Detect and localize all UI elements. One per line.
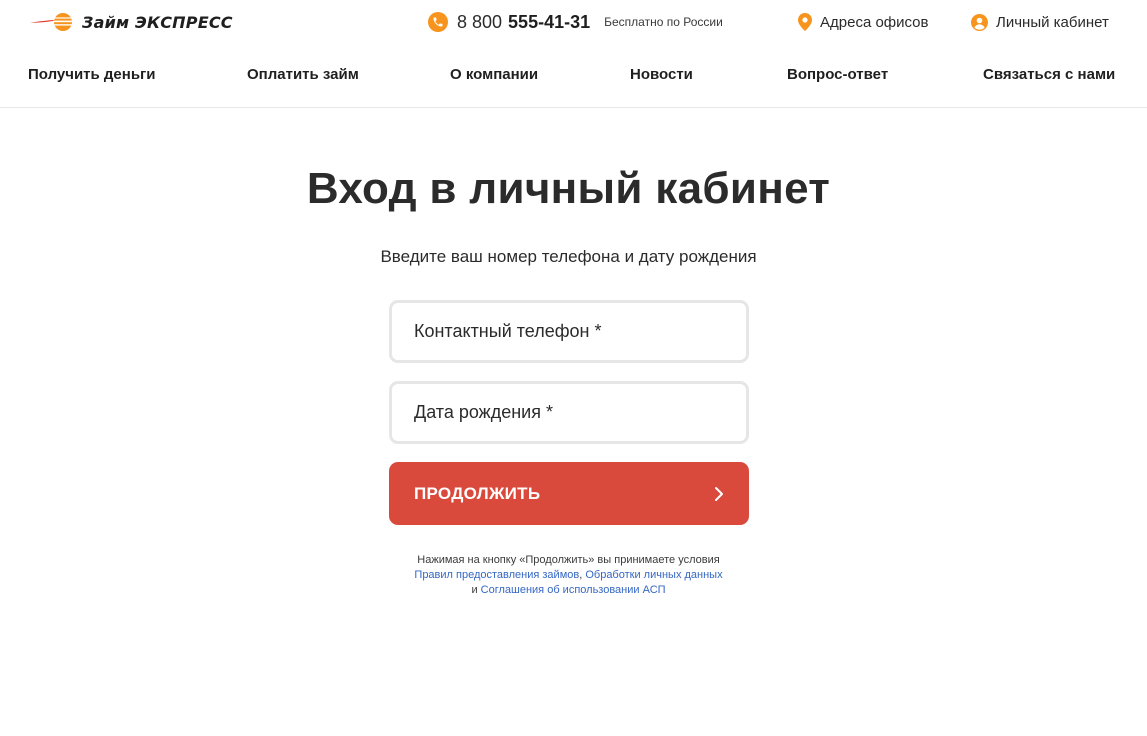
nav-item-news[interactable]: Новости — [630, 66, 693, 83]
phone-prefix: 8 800 — [457, 11, 503, 32]
top-header: Займ ЭКСПРЕСС 8 800 555-41-31 Бесплатно … — [0, 0, 1147, 44]
continue-button[interactable]: ПРОДОЛЖИТЬ — [389, 462, 749, 525]
offices-link[interactable]: Адреса офисов — [798, 11, 929, 33]
continue-button-label: ПРОДОЛЖИТЬ — [414, 483, 541, 503]
birthdate-input[interactable] — [389, 381, 749, 444]
page-title: Вход в личный кабинет — [306, 164, 831, 213]
nav-item-about[interactable]: О компании — [450, 66, 538, 83]
logo-text: Займ ЭКСПРЕСС — [82, 12, 233, 32]
phone-input[interactable] — [389, 300, 749, 363]
phone-icon — [428, 12, 448, 32]
loan-rules-link[interactable]: Правил предоставления займов — [414, 569, 579, 581]
phone-note: Бесплатно по России — [604, 15, 723, 29]
legal-text: Нажимая на кнопку «Продолжить» вы приним… — [417, 554, 720, 566]
header-phone[interactable]: 8 800 555-41-31 Бесплатно по России — [428, 10, 723, 34]
nav-item-get-money[interactable]: Получить деньги — [28, 66, 156, 83]
nav-item-pay-loan[interactable]: Оплатить займ — [247, 66, 359, 83]
map-pin-icon — [798, 13, 812, 31]
chevron-right-icon — [715, 486, 723, 501]
logo-sun-icon — [30, 13, 73, 31]
offices-label: Адреса офисов — [820, 13, 929, 31]
main-nav: Получить деньги Оплатить займ О компании… — [0, 60, 1147, 92]
asp-agreement-link[interactable]: Соглашения об использовании АСП — [481, 584, 666, 596]
page-subtitle: Введите ваш номер телефона и дату рожден… — [380, 247, 757, 266]
header-divider — [0, 107, 1147, 108]
cabinet-label: Личный кабинет — [996, 13, 1109, 31]
phone-number: 555-41-31 — [508, 11, 591, 32]
cabinet-link[interactable]: Личный кабинет — [971, 11, 1109, 33]
legal-separator: , — [579, 569, 583, 581]
personal-data-link[interactable]: Обработки личных данных — [585, 569, 722, 581]
nav-item-faq[interactable]: Вопрос-ответ — [787, 66, 888, 83]
nav-item-contact[interactable]: Связаться с нами — [983, 66, 1115, 83]
legal-notice: Нажимая на кнопку «Продолжить» вы приним… — [0, 553, 1137, 598]
user-icon — [971, 13, 988, 31]
legal-conjunction: и — [471, 584, 478, 596]
logo[interactable]: Займ ЭКСПРЕСС — [30, 10, 233, 34]
